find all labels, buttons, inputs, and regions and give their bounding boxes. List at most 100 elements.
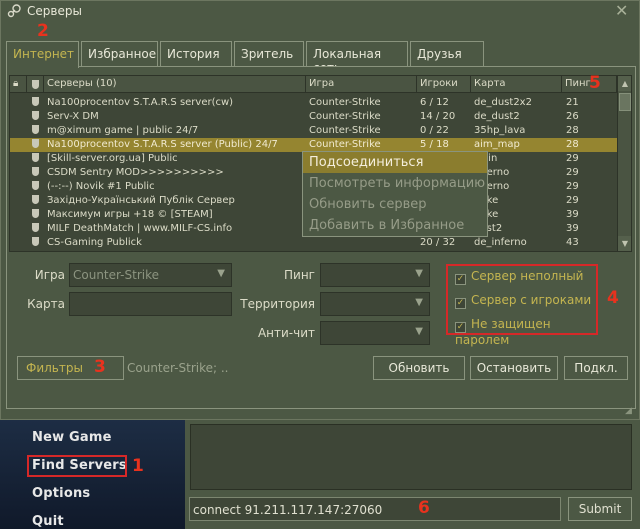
table-row[interactable]: Serv-X DM Counter-Strike 14 / 20 de_dust2 26 [10,110,617,124]
anticheat-select[interactable]: ▼ [320,321,430,345]
annotation-6: 6 [418,498,430,518]
menu-new-game[interactable]: New Game [32,430,112,445]
scroll-up-icon[interactable]: ▲ [618,76,631,91]
shield-icon [32,139,39,148]
cell-name: Na100procentov S.T.A.R.S server (Public)… [47,139,278,150]
filter-summary: Counter-Strike; .. [127,361,229,375]
console-output [190,424,632,490]
scroll-down-icon[interactable]: ▼ [618,236,631,251]
cell-game: Counter-Strike [309,125,381,136]
ctx-refresh-server[interactable]: Обновить сервер [303,194,487,215]
annotation-5: 5 [589,73,601,93]
check-has-players-label: Сервер с игроками [471,293,592,307]
header-servers[interactable]: Серверы (10) [44,76,306,93]
shield-icon [32,97,39,106]
tab-friends[interactable]: Друзья [410,41,484,66]
cell-name: Західно-Український Публік Сервер [47,195,235,206]
connect-button[interactable]: Подкл. [564,356,628,380]
shield-icon [32,181,39,190]
cell-players: 14 / 20 [420,111,456,122]
shield-icon [32,167,39,176]
anticheat-label: Анти-чит [257,326,315,340]
list-scrollbar[interactable]: ▲ ▼ [617,76,631,251]
table-row[interactable]: CS-Gaming Publick 20 / 32 de_inferno 43 [10,236,617,250]
cell-name: m@ximum game | public 24/7 [47,125,199,136]
title-bar[interactable]: Серверы ✕ [1,1,639,23]
map-input[interactable] [69,292,232,316]
annotation-box-find-servers [27,455,127,477]
close-icon[interactable]: ✕ [615,1,628,20]
table-row[interactable]: m@ximum game | public 24/7 Counter-Strike… [10,124,617,138]
chevron-down-icon: ▼ [217,268,225,279]
chevron-down-icon: ▼ [415,326,423,337]
cell-name: Na100procentov S.T.A.R.S server(cw) [47,97,234,108]
refresh-button[interactable]: Обновить [373,356,465,380]
shield-icon [32,153,39,162]
tab-internet[interactable]: Интернет [6,41,79,68]
table-row[interactable]: Na100procentov S.T.A.R.S server (Public)… [10,138,617,152]
cell-game: Counter-Strike [309,139,381,150]
cell-ping: 39 [566,209,579,220]
checkmark-icon: ✓ [455,298,466,309]
header-map[interactable]: Карта [471,76,562,93]
header-lock-col[interactable]: 🔒︎ [10,76,27,93]
game-label: Игра [34,268,65,282]
cell-ping: 29 [566,153,579,164]
ctx-connect[interactable]: Подсоединиться [303,152,487,173]
cell-map: 35hp_lava [474,125,526,136]
game-select[interactable]: Counter-Strike ▼ [69,263,232,287]
tab-history[interactable]: История [160,41,232,66]
shield-icon [32,237,39,246]
territory-label: Территория [240,297,315,311]
cell-name: Serv-X DM [47,111,99,122]
steam-icon [7,4,21,18]
cell-ping: 26 [566,111,579,122]
menu-quit[interactable]: Quit [32,514,64,529]
check-not-full[interactable]: ✓ Сервер неполный [455,269,583,285]
table-row[interactable]: Na100procentov S.T.A.R.S server(cw) Count… [10,96,617,110]
cell-name: MILF DeathMatch | www.MILF-CS.info [47,223,233,234]
list-header: 🔒︎ Серверы (10) Игра Игроки Карта Пинг [10,76,617,93]
ping-select[interactable]: ▼ [320,263,430,287]
game-select-value: Counter-Strike [73,268,160,282]
check-no-password[interactable]: ✓ Не защищен паролем [455,317,596,347]
console-submit-button[interactable]: Submit [568,497,632,521]
tab-lan[interactable]: Локальная сеть [306,41,408,75]
cell-name: [Skill-server.org.ua] Public [47,153,178,164]
shield-icon [32,209,39,218]
check-has-players[interactable]: ✓ Сервер с игроками [455,293,591,309]
cell-ping: 28 [566,125,579,136]
annotation-2: 2 [37,21,49,41]
ctx-view-info[interactable]: Посмотреть информацию [303,173,487,194]
header-players[interactable]: Игроки [417,76,471,93]
header-secure-col[interactable] [27,76,44,93]
lock-icon: 🔒︎ [13,78,19,89]
cell-map: de_inferno [474,237,527,248]
cell-game: Counter-Strike [309,97,381,108]
tab-spectator[interactable]: Зритель [234,41,304,66]
ctx-add-favorite[interactable]: Добавить в Избранное [303,215,487,236]
filters-button[interactable]: Фильтры [17,356,124,380]
chevron-down-icon: ▼ [415,297,423,308]
console-input[interactable]: connect 91.211.117.147:27060 [189,497,561,521]
annotation-3: 3 [94,357,106,377]
shield-icon [32,195,39,204]
menu-options[interactable]: Options [32,486,90,501]
tab-favorites[interactable]: Избранное [81,41,158,66]
cell-map: de_dust2x2 [474,97,532,108]
cell-map: aim_map [474,139,520,150]
cell-ping: 29 [566,167,579,178]
header-game[interactable]: Игра [306,76,417,93]
cell-players: 6 / 12 [420,97,449,108]
scroll-thumb[interactable] [619,93,631,111]
ping-label: Пинг [284,268,315,282]
window-title: Серверы [27,4,82,18]
territory-select[interactable]: ▼ [320,292,430,316]
cell-ping: 43 [566,237,579,248]
cell-ping: 28 [566,139,579,150]
checkbox-group: ✓ Сервер неполный ✓ Сервер с игроками ✓ Не … [446,264,598,347]
shield-icon [32,125,39,134]
cell-ping: 39 [566,223,579,234]
resize-grip-icon[interactable]: ◢ [625,406,637,418]
stop-button[interactable]: Остановить [470,356,558,380]
